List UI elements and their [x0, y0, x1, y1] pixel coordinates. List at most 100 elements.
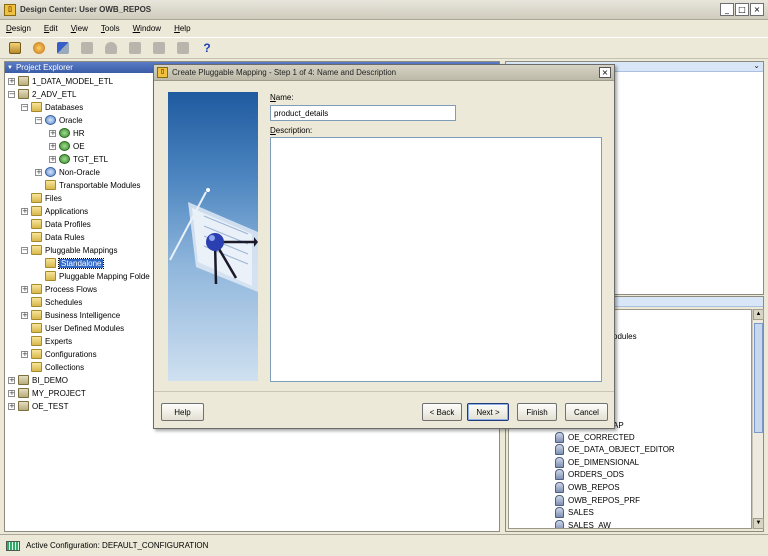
help-button[interactable]: ? [198, 40, 216, 56]
cancel-button[interactable]: Cancel [565, 403, 608, 421]
expand-icon[interactable]: + [35, 168, 42, 176]
tree-item[interactable]: + Applications [21, 205, 88, 217]
expand-icon[interactable]: + [49, 142, 56, 150]
list-item[interactable]: SALES [555, 507, 594, 519]
menu-edit[interactable]: Edit [44, 24, 58, 33]
list-item[interactable]: OWB_REPOS_PRF [555, 494, 640, 506]
tree-item[interactable]: Standalone [35, 257, 105, 269]
tree-item[interactable]: Experts [21, 335, 72, 347]
toolbar-button-validate[interactable] [54, 40, 72, 56]
tree-item[interactable]: + Non-Oracle [35, 166, 100, 178]
toolbar-button-user[interactable] [102, 40, 120, 56]
expand-icon[interactable]: + [49, 155, 56, 163]
folder-icon [31, 349, 42, 359]
collapse-icon[interactable]: − [35, 116, 42, 124]
scroll-up-icon[interactable]: ▲ [753, 309, 764, 320]
name-label: Name: [270, 93, 294, 102]
toolbar-button-tag[interactable] [78, 40, 96, 56]
tree-item[interactable]: Transportable Modules [35, 179, 141, 191]
toolbar-button-db[interactable] [6, 40, 24, 56]
module-icon [555, 494, 564, 506]
description-field[interactable] [270, 137, 602, 382]
help-icon: ? [203, 41, 211, 55]
collapse-icon[interactable]: − [8, 90, 15, 98]
expand-icon[interactable]: + [8, 389, 15, 397]
tree-item[interactable]: Data Profiles [21, 218, 91, 230]
menu-help[interactable]: Help [174, 24, 190, 33]
tree-item[interactable]: + MY_PROJECT [8, 387, 86, 399]
tree-item[interactable]: Files [21, 192, 62, 204]
tree-item[interactable]: + BI_DEMO [8, 374, 68, 386]
collapse-icon[interactable]: − [21, 103, 28, 111]
tree-item[interactable]: − Pluggable Mappings [21, 244, 118, 256]
close-button[interactable]: × [750, 3, 764, 16]
tree-item[interactable]: + OE [49, 140, 85, 152]
toolbar-button-copy[interactable] [126, 40, 144, 56]
tree-item[interactable]: − Oracle [35, 114, 83, 126]
tree-item[interactable]: + Business Intelligence [21, 309, 120, 321]
menu-window[interactable]: Window [133, 24, 161, 33]
toolbar-button-back[interactable] [174, 40, 192, 56]
name-field[interactable] [270, 105, 456, 121]
maximize-button[interactable]: □ [735, 3, 749, 16]
module-icon [555, 431, 564, 443]
project-icon [18, 401, 29, 411]
tree-item[interactable]: User Defined Modules [21, 322, 124, 334]
folder-icon [31, 310, 42, 320]
tree-item[interactable]: − Databases [21, 101, 83, 113]
expand-icon[interactable]: + [21, 311, 28, 319]
next-button[interactable]: Next > [467, 403, 509, 421]
list-item-partial[interactable]: odules [613, 330, 637, 342]
tree-item[interactable]: + Process Flows [21, 283, 97, 295]
tree-item-label: Collections [45, 362, 85, 372]
tree-item[interactable]: + Configurations [21, 348, 97, 360]
tree-item[interactable]: Collections [21, 361, 84, 373]
menu-design[interactable]: Design [6, 24, 31, 33]
expand-icon[interactable]: + [21, 207, 28, 215]
list-item[interactable]: OE_DATA_OBJECT_EDITOR [555, 444, 675, 456]
tree-item[interactable]: +1_DATA_MODEL_ETL [8, 75, 113, 87]
dialog-close-button[interactable]: × [599, 67, 611, 78]
folder-icon [31, 336, 42, 346]
tree-item[interactable]: Data Rules [21, 231, 85, 243]
copy-icon [129, 42, 141, 54]
list-item-label: OE_CORRECTED [568, 432, 635, 442]
menu-tools[interactable]: Tools [101, 24, 120, 33]
tree-item[interactable]: Schedules [21, 296, 82, 308]
list-item[interactable]: SALES_AW [555, 519, 611, 528]
expand-icon[interactable]: + [21, 350, 28, 358]
menu-view[interactable]: View [71, 24, 88, 33]
tree-item[interactable]: + HR [49, 127, 85, 139]
scroll-thumb[interactable] [754, 323, 763, 433]
paste-icon [153, 42, 165, 54]
tree-item-label: Oracle [59, 115, 83, 125]
list-item[interactable]: ORDERS_ODS [555, 469, 624, 481]
expand-icon[interactable]: + [8, 402, 15, 410]
minimize-button[interactable]: _ [720, 3, 734, 16]
tree-item[interactable]: − 2_ADV_ETL [8, 88, 76, 100]
vertical-scrollbar[interactable]: ▲ ▼ [752, 309, 764, 529]
tree-item[interactable]: + OE_TEST [8, 400, 68, 412]
expand-icon[interactable]: + [49, 129, 56, 137]
expand-icon[interactable]: + [21, 285, 28, 293]
scroll-down-icon[interactable]: ▼ [753, 518, 764, 529]
expand-icon[interactable]: + [8, 376, 15, 384]
list-item[interactable]: OE_CORRECTED [555, 431, 635, 443]
collapse-icon[interactable]: − [21, 246, 28, 254]
chevron-down-icon[interactable]: ⌄ [753, 61, 760, 70]
toolbar-button-paste[interactable] [150, 40, 168, 56]
help-button-dialog[interactable]: Help [161, 403, 204, 421]
collapse-triangle-icon[interactable]: ▼ [7, 65, 13, 71]
toolbar-button-deploy[interactable] [30, 40, 48, 56]
wizard-graphic [168, 92, 258, 381]
finish-button[interactable]: Finish [517, 403, 557, 421]
tree-item[interactable]: Pluggable Mapping Folde [35, 270, 150, 282]
list-item[interactable]: OWB_REPOS [555, 481, 620, 493]
tree-item[interactable]: + TGT_ETL [49, 153, 108, 165]
list-item-label: ORDERS_ODS [568, 470, 625, 480]
expand-icon[interactable]: + [8, 77, 15, 85]
back-button[interactable]: < Back [422, 403, 462, 421]
folder-icon [31, 323, 42, 333]
folder-icon [45, 180, 56, 190]
list-item[interactable]: OE_DIMENSIONAL [555, 456, 639, 468]
